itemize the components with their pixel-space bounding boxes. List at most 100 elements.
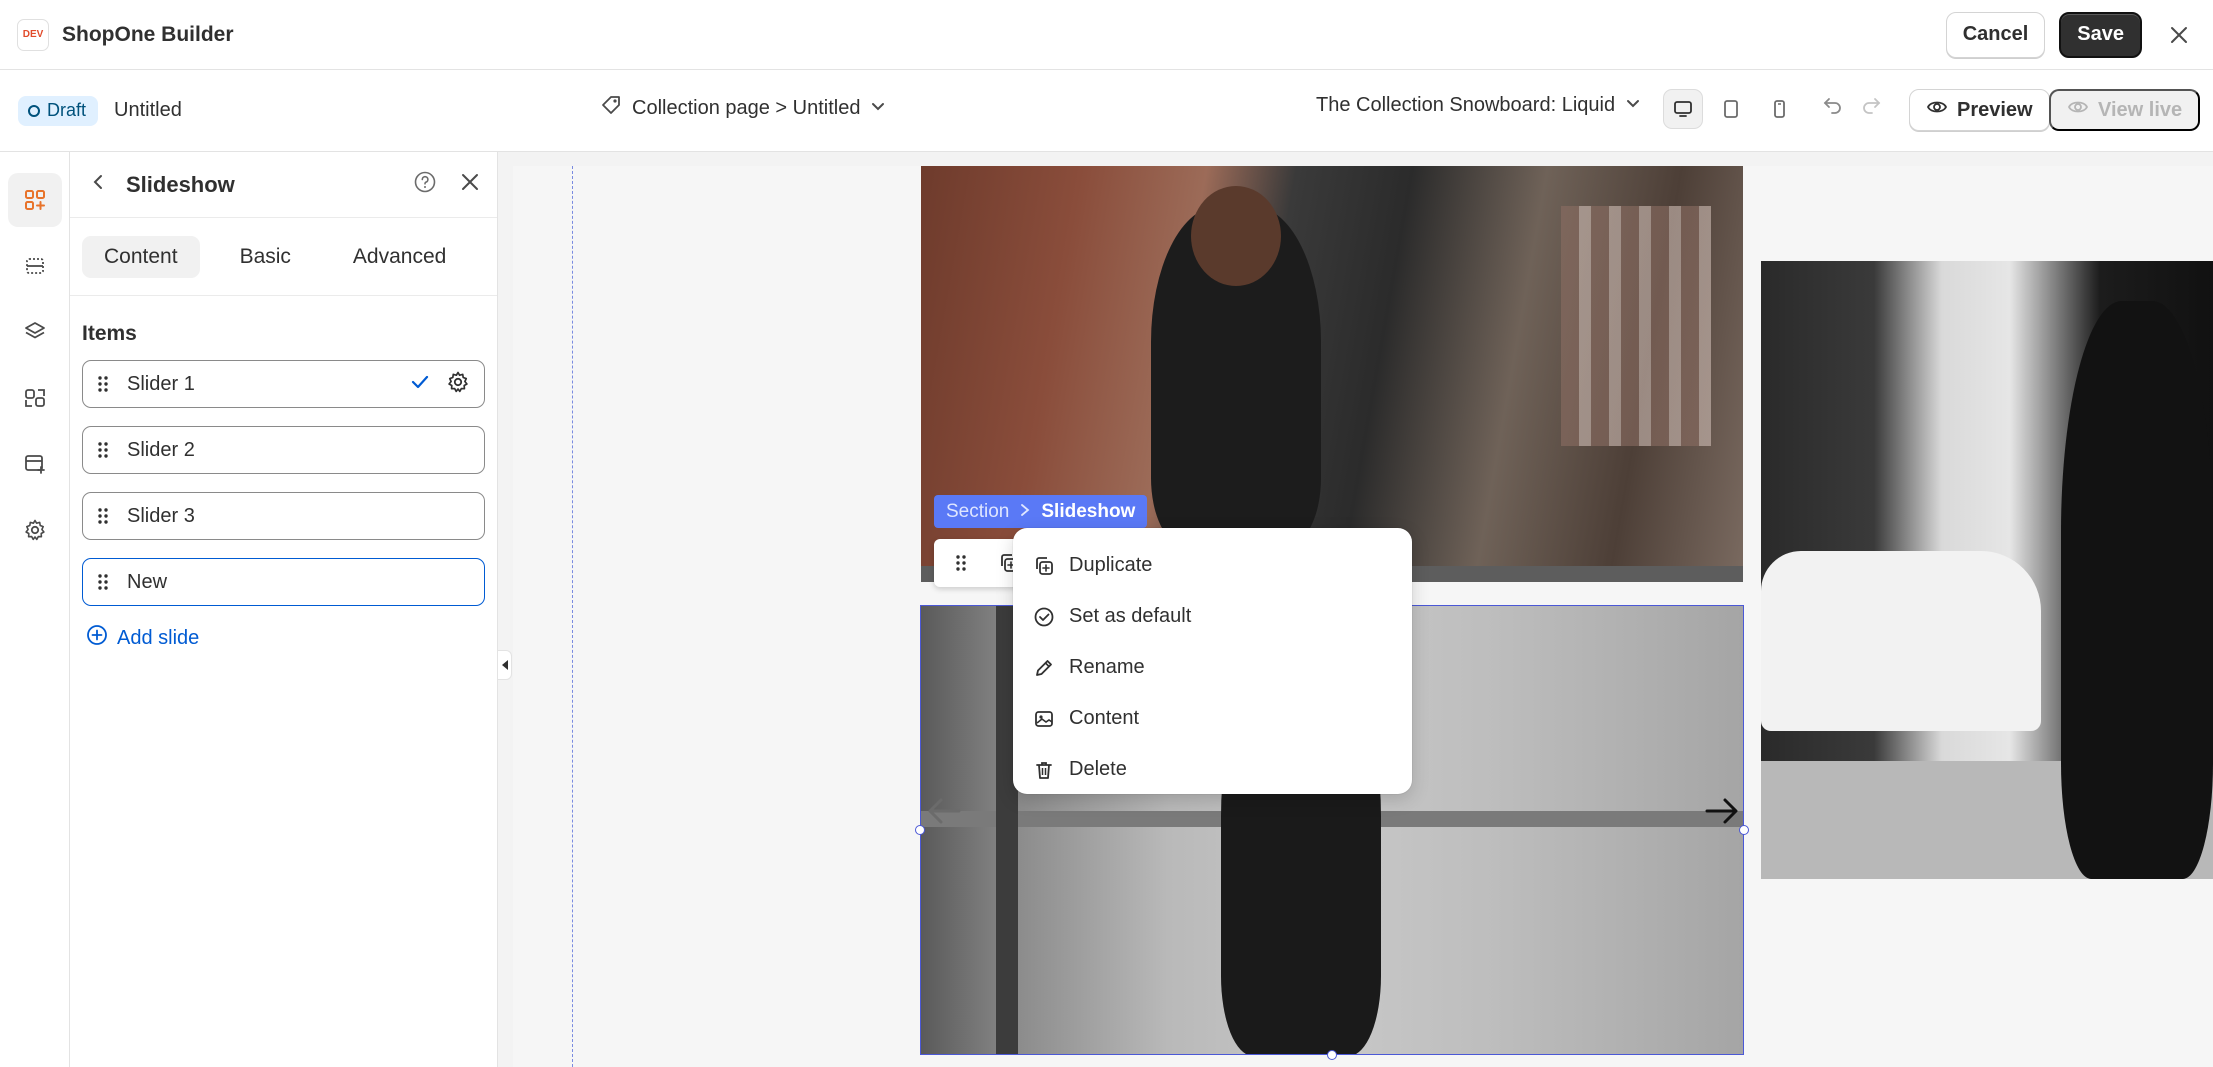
list-item[interactable]: Slider 2 (82, 426, 485, 474)
menu-item-content[interactable]: Content (1025, 693, 1400, 744)
sidebar-item-components[interactable] (8, 371, 62, 425)
sidebar-item-settings[interactable] (8, 503, 62, 557)
person-figure (2061, 301, 2213, 879)
drag-handle-icon[interactable] (940, 542, 982, 584)
menu-item-rename[interactable]: Rename (1025, 642, 1400, 693)
sections-grid-icon (25, 190, 45, 210)
chevron-right-icon (1019, 501, 1031, 523)
redo-icon[interactable] (1860, 94, 1882, 121)
app-logo: DEV (17, 18, 49, 51)
drag-handle-icon[interactable] (97, 573, 111, 591)
chevron-down-icon (870, 97, 886, 120)
layers-icon (25, 322, 45, 339)
status-dot-icon (28, 104, 40, 117)
cancel-button[interactable]: Cancel (1945, 11, 2046, 58)
tab-basic[interactable]: Basic (218, 236, 313, 278)
menu-item-delete[interactable]: Delete (1025, 744, 1400, 795)
breadcrumb-parent[interactable]: Section (946, 501, 1009, 523)
arrow-right-icon (1705, 798, 1738, 824)
list-item[interactable]: Slider 3 (82, 492, 485, 540)
page-name: Untitled (114, 99, 182, 121)
settings-panel: Slideshow Content Basic Advanced Items S… (70, 152, 498, 1067)
tab-advanced[interactable]: Advanced (331, 236, 468, 278)
status-badge: Draft (18, 95, 99, 126)
view-live-button[interactable]: View live (2049, 89, 2201, 131)
person-head (1191, 186, 1281, 286)
close-icon[interactable] (459, 171, 481, 198)
menu-item-duplicate[interactable]: Duplicate (1025, 540, 1400, 591)
view-live-label: View live (2098, 98, 2183, 121)
slide-label: New (127, 570, 168, 593)
car-shape (1761, 551, 2041, 731)
menu-item-label: Rename (1069, 656, 1145, 678)
top-bar: DEV ShopOne Builder Cancel Save (0, 0, 2213, 70)
list-item-rename-input[interactable]: New (82, 558, 485, 606)
menu-item-set-as-default[interactable]: Set as default (1025, 591, 1400, 642)
arrow-left-icon (928, 798, 961, 824)
add-slide-button[interactable]: Add slide (86, 624, 497, 652)
sidebar-item-layers[interactable] (8, 305, 62, 359)
panel-header-actions (413, 170, 481, 199)
editor-toolbar: Draft Untitled Collection page > Untitle… (0, 70, 2213, 152)
caret-left-icon (501, 660, 508, 670)
template-selector[interactable]: The Collection Snowboard: Liquid (1316, 94, 1641, 117)
resize-handle-left[interactable] (915, 825, 925, 835)
undo-icon[interactable] (1822, 94, 1844, 121)
sidebar-item-templates[interactable] (8, 437, 62, 491)
help-icon[interactable] (413, 170, 437, 199)
gear-icon[interactable] (446, 370, 470, 399)
gear-icon (25, 519, 45, 541)
page-selector[interactable]: Collection page > Untitled (600, 94, 886, 122)
chevron-down-icon (1625, 94, 1641, 117)
back-icon[interactable] (88, 172, 108, 197)
menu-item-label: Delete (1069, 758, 1127, 780)
slide-label: Slider 2 (127, 438, 195, 461)
panel-title: Slideshow (126, 171, 235, 197)
sidebar-rail (0, 152, 70, 1067)
panel-header: Slideshow (70, 152, 497, 218)
save-button[interactable]: Save (2059, 11, 2142, 58)
mobile-icon (1774, 100, 1785, 118)
tab-content[interactable]: Content (82, 235, 200, 278)
tablet-view-button[interactable] (1711, 89, 1751, 129)
device-switcher (1663, 89, 1799, 129)
tablet-icon (1724, 100, 1738, 118)
plus-circle-icon (86, 624, 108, 652)
checkmark-icon[interactable] (410, 372, 430, 397)
close-icon[interactable] (2162, 18, 2196, 52)
preview-canvas: Section Slideshow Duplicate Set as defau… (513, 166, 2213, 1067)
menu-item-label: Set as default (1069, 605, 1192, 627)
resize-handle-bottom[interactable] (1327, 1050, 1337, 1060)
desktop-view-button[interactable] (1663, 89, 1703, 129)
status-badge-label: Draft (47, 100, 87, 120)
topbar-actions: Cancel Save (1945, 11, 2196, 58)
slide-image-next[interactable] (1761, 261, 2213, 879)
image-content-icon (1033, 708, 1055, 730)
sidebar-item-sections[interactable] (8, 173, 62, 227)
preview-button[interactable]: Preview (1909, 89, 2050, 131)
layout-icon (26, 258, 44, 274)
list-item[interactable]: Slider 1 (82, 360, 485, 408)
add-slide-label: Add slide (117, 626, 200, 649)
check-circle-icon (1033, 606, 1055, 628)
desktop-icon (1674, 101, 1692, 117)
history-controls (1822, 94, 1882, 121)
items-heading: Items (82, 322, 137, 345)
app-title: ShopOne Builder (62, 22, 234, 46)
slide-prev-arrow[interactable] (925, 791, 965, 836)
drag-handle-icon[interactable] (97, 375, 111, 393)
sidebar-item-layout[interactable] (8, 239, 62, 293)
mobile-view-button[interactable] (1759, 89, 1799, 129)
collapse-panel-toggle[interactable] (498, 650, 512, 680)
slide-actions (410, 370, 470, 399)
breadcrumb-current[interactable]: Slideshow (1041, 501, 1135, 523)
drag-handle-icon[interactable] (97, 441, 111, 459)
slide-label: Slider 1 (127, 372, 195, 395)
trash-icon (1033, 759, 1055, 781)
building-window (1561, 206, 1711, 446)
drag-handle-icon[interactable] (97, 507, 111, 525)
tag-icon (600, 94, 622, 122)
slide-list: Slider 1 Slider 2 Slider 3 New (82, 360, 485, 606)
preview-label: Preview (1957, 98, 2033, 121)
slide-next-arrow[interactable] (1701, 791, 1741, 836)
